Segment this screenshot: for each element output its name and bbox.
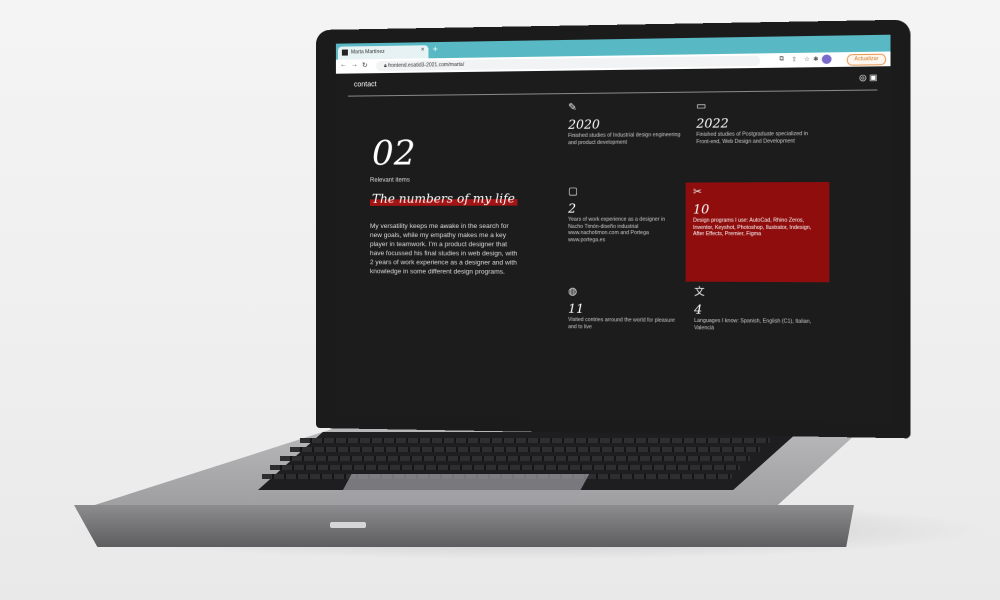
favicon-icon xyxy=(342,49,348,55)
stat-description: Design programs I use: AutoCad, Rhino Ze… xyxy=(693,218,822,239)
update-button[interactable]: Actualizar xyxy=(847,54,886,66)
key-row xyxy=(290,447,760,452)
header-divider xyxy=(348,89,877,96)
stat-number: 2022 xyxy=(696,115,823,131)
laptop-lid: Marta Martínez × + ← → ↻ 🔒︎ frontend.esa… xyxy=(316,20,910,439)
contact-link[interactable]: contact xyxy=(354,81,377,88)
browser-tab[interactable]: Marta Martínez × xyxy=(338,45,429,59)
new-tab-button[interactable]: + xyxy=(433,44,438,54)
social-links: ◎ ▣ xyxy=(859,73,877,83)
stat-description: Finished studies of Postgraduate special… xyxy=(696,131,823,146)
close-tab-icon[interactable]: × xyxy=(421,47,425,53)
stat-description: Years of work experience as a designer i… xyxy=(568,217,677,244)
stat-number: 11 xyxy=(568,302,677,317)
avatar[interactable] xyxy=(822,54,832,64)
translate-icon: 文 xyxy=(694,290,814,303)
design-tools-icon: ✂ xyxy=(693,189,822,202)
intro-paragraph: My versatility keeps me awake in the sea… xyxy=(370,222,523,277)
section-number: 02 xyxy=(372,133,416,174)
stat-number: 4 xyxy=(694,302,814,317)
bookmark-star-icon[interactable]: ☆ xyxy=(804,56,810,63)
linkedin-icon[interactable]: ▣ xyxy=(869,73,877,83)
share-icon[interactable]: ⇪ xyxy=(791,56,796,63)
website: contact ◎ ▣ 02 Relevant items The number… xyxy=(336,66,891,423)
stat-description: Finished studies of Industrial design en… xyxy=(568,132,683,146)
instagram-icon[interactable]: ◎ xyxy=(859,73,867,83)
stat-item-highlighted: ✂ 10 Design programs I use: AutoCad, Rhi… xyxy=(686,182,830,282)
lid-notch xyxy=(330,522,366,528)
pencil-icon: ✎ xyxy=(568,104,683,117)
briefcase-icon: ▢ xyxy=(568,189,677,202)
url-text: frontend.esatid3-2021.com/marta/ xyxy=(388,62,464,69)
stat-description: Languages I know: Spanish, English (C1),… xyxy=(694,318,814,333)
key-row xyxy=(280,456,750,461)
back-icon[interactable]: ← xyxy=(340,62,347,69)
globe-icon: ◍ xyxy=(568,289,677,302)
forward-icon[interactable]: → xyxy=(351,61,358,68)
stat-description: Visited contries arround the world for p… xyxy=(568,317,677,331)
laptop-icon: ▭ xyxy=(696,103,823,117)
section-label: Relevant items xyxy=(370,178,410,184)
laptop-front-edge xyxy=(74,505,854,547)
stat-item: ✎ 2020 Finished studies of Industrial de… xyxy=(568,104,683,146)
stat-item: 文 4 Languages I know: Spanish, English (… xyxy=(694,290,814,333)
stat-item: ◍ 11 Visited contries arround the world … xyxy=(568,289,677,331)
stat-item: ▭ 2022 Finished studies of Postgraduate … xyxy=(696,103,823,146)
extensions-icon[interactable]: ✱ xyxy=(813,56,818,63)
reload-icon[interactable]: ↻ xyxy=(362,61,368,69)
key-row xyxy=(300,438,770,443)
stat-number: 2020 xyxy=(568,116,683,131)
translate-page-icon[interactable]: ⧉ xyxy=(779,56,784,63)
stat-number: 10 xyxy=(693,202,822,217)
key-row xyxy=(270,465,740,470)
stat-item: ▢ 2 Years of work experience as a design… xyxy=(568,189,677,244)
tab-title: Marta Martínez xyxy=(351,49,385,56)
section-headline: The numbers of my life xyxy=(370,191,517,206)
screen: Marta Martínez × + ← → ↻ 🔒︎ frontend.esa… xyxy=(336,35,891,424)
stat-number: 2 xyxy=(568,201,677,216)
